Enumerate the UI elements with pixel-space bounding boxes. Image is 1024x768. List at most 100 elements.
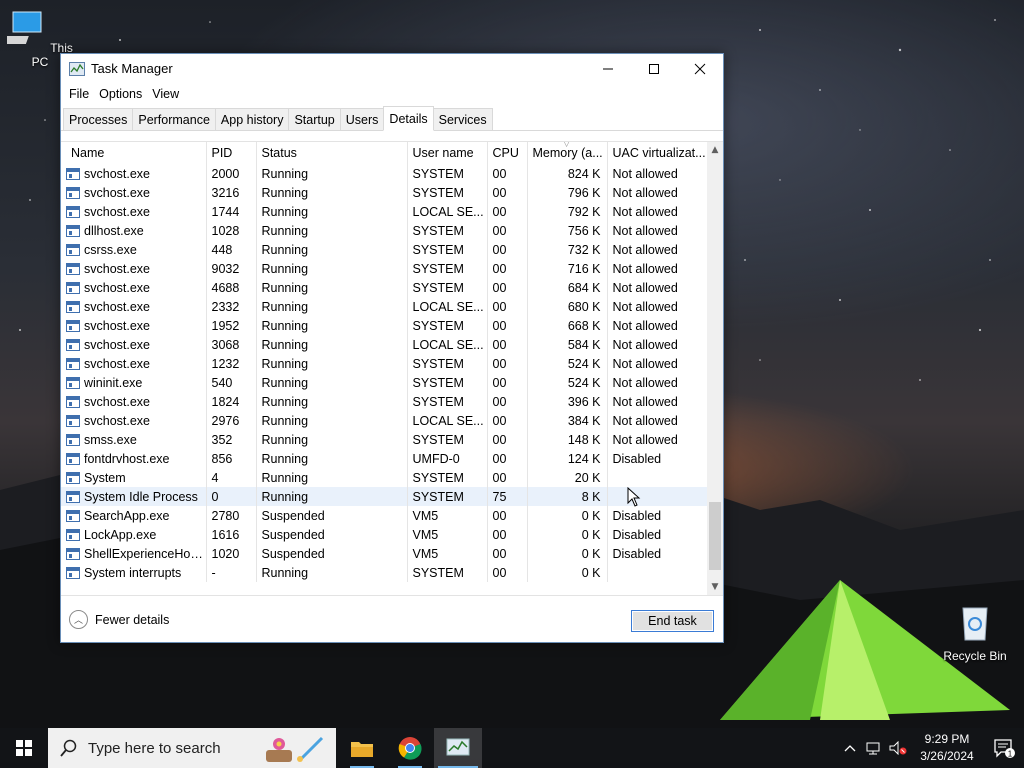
tab-app-history[interactable]: App history	[214, 108, 290, 130]
menu-view[interactable]: View	[147, 87, 184, 101]
desktop-icon-recycle-bin[interactable]: Recycle Bin	[937, 602, 1013, 663]
process-name: System interrupts	[84, 565, 182, 580]
tab-details[interactable]: Details	[383, 106, 434, 131]
taskbar-file-explorer[interactable]	[338, 728, 386, 768]
table-row[interactable]: LockApp.exe 1616 Suspended VM5 00 0 K Disabled	[61, 525, 708, 544]
table-row[interactable]: svchost.exe 2332 Running LOCAL SE... 00 680 K…	[61, 297, 708, 316]
cell-status: Running	[256, 487, 408, 506]
start-button[interactable]	[0, 728, 48, 768]
taskbar-task-manager[interactable]	[434, 728, 482, 768]
volume-muted-icon[interactable]	[886, 728, 910, 768]
table-row[interactable]: csrss.exe 448 Running SYSTEM 00 732 K Not allo…	[61, 240, 708, 259]
table-row[interactable]: System interrupts - Running SYSTEM 00 0 K	[61, 563, 708, 582]
cell-name: System Idle Process	[61, 487, 207, 506]
cell-uac-virtualization: Not allowed	[607, 373, 708, 392]
tab-startup[interactable]: Startup	[288, 108, 341, 130]
table-row[interactable]: SearchApp.exe 2780 Suspended VM5 00 0 K Disabl…	[61, 506, 708, 525]
cell-uac-virtualization	[607, 468, 708, 487]
table-row[interactable]: System Idle Process 0 Running SYSTEM 75 8 K	[61, 487, 708, 506]
scroll-down-arrow-icon[interactable]: ▼	[707, 579, 723, 595]
column-header-cpu[interactable]: CPU	[487, 142, 528, 164]
table-row[interactable]: wininit.exe 540 Running SYSTEM 00 524 K Not al…	[61, 373, 708, 392]
menu-file[interactable]: File	[64, 87, 94, 101]
cell-user-name: SYSTEM	[407, 468, 488, 487]
title-bar[interactable]: Task Manager	[61, 54, 723, 83]
process-icon	[66, 433, 80, 446]
table-row[interactable]: svchost.exe 1824 Running SYSTEM 00 396 K Not a…	[61, 392, 708, 411]
cell-status: Running	[256, 392, 408, 411]
table-row[interactable]: svchost.exe 2000 Running SYSTEM 00 824 K Not a…	[61, 164, 708, 183]
recycle-bin-icon	[962, 607, 988, 641]
table-row[interactable]: smss.exe 352 Running SYSTEM 00 148 K Not allow…	[61, 430, 708, 449]
table-row[interactable]: svchost.exe 4688 Running SYSTEM 00 684 K Not a…	[61, 278, 708, 297]
process-icon	[66, 205, 80, 218]
column-header-memory[interactable]: ▽ Memory (a...	[527, 142, 608, 164]
cell-name: wininit.exe	[61, 373, 207, 392]
show-hidden-icons-button[interactable]	[838, 728, 862, 768]
process-name: SearchApp.exe	[84, 508, 170, 523]
cell-name: System interrupts	[61, 563, 207, 582]
chevron-up-icon	[844, 745, 856, 752]
cell-status: Suspended	[256, 506, 408, 525]
end-task-button[interactable]: End task	[631, 610, 714, 632]
sort-down-icon: ▽	[563, 142, 570, 148]
table-row[interactable]: ShellExperienceHost.... 1020 Suspended VM5 0…	[61, 544, 708, 563]
column-header-user-name[interactable]: User name	[407, 142, 488, 164]
column-header-status[interactable]: Status	[256, 142, 408, 164]
tab-services[interactable]: Services	[432, 108, 493, 130]
table-row[interactable]: svchost.exe 3068 Running LOCAL SE... 00 584 K…	[61, 335, 708, 354]
action-center-button[interactable]: 1	[984, 738, 1024, 758]
table-row[interactable]: fontdrvhost.exe 856 Running UMFD-0 00 124 K Di…	[61, 449, 708, 468]
vertical-scrollbar[interactable]: ▲ ▼	[707, 142, 723, 595]
network-icon[interactable]	[862, 728, 886, 768]
minimize-button[interactable]	[585, 54, 631, 83]
clock[interactable]: 9:29 PM 3/26/2024	[910, 731, 984, 765]
cell-uac-virtualization: Disabled	[607, 506, 708, 525]
fewer-details-button[interactable]: ︿ Fewer details	[69, 610, 169, 629]
task-manager-window: Task Manager File Options View Processes…	[60, 53, 724, 643]
table-row[interactable]: dllhost.exe 1028 Running SYSTEM 00 756 K Not a…	[61, 221, 708, 240]
tab-performance[interactable]: Performance	[132, 108, 216, 130]
taskbar-chrome[interactable]	[386, 728, 434, 768]
cell-status: Running	[256, 449, 408, 468]
process-icon	[66, 300, 80, 313]
table-row[interactable]: svchost.exe 3216 Running SYSTEM 00 796 K Not a…	[61, 183, 708, 202]
tab-users[interactable]: Users	[339, 108, 385, 130]
table-row[interactable]: svchost.exe 1952 Running SYSTEM 00 668 K Not a…	[61, 316, 708, 335]
cell-status: Running	[256, 221, 408, 240]
maximize-button[interactable]	[631, 54, 677, 83]
menu-options[interactable]: Options	[94, 87, 147, 101]
scrollbar-thumb[interactable]	[709, 502, 721, 570]
process-name: svchost.exe	[84, 356, 151, 371]
details-grid: Name PID Status User name CPU ▽ Memory (a…	[61, 141, 723, 595]
taskbar-search-box[interactable]: Type here to search	[48, 728, 336, 768]
column-header-pid[interactable]: PID	[206, 142, 257, 164]
cell-uac-virtualization	[607, 487, 708, 506]
table-row[interactable]: svchost.exe 9032 Running SYSTEM 00 716 K Not a…	[61, 259, 708, 278]
cell-memory: 396 K	[527, 392, 608, 411]
cell-status: Suspended	[256, 544, 408, 563]
minimize-icon	[603, 68, 613, 69]
window-title: Task Manager	[91, 61, 173, 76]
table-row[interactable]: System 4 Running SYSTEM 00 20 K	[61, 468, 708, 487]
cell-memory: 20 K	[527, 468, 608, 487]
process-name: svchost.exe	[84, 337, 151, 352]
column-header-name[interactable]: Name	[61, 142, 207, 164]
table-row[interactable]: svchost.exe 1744 Running LOCAL SE... 00 792 K…	[61, 202, 708, 221]
column-header-uac-virtualization[interactable]: UAC virtualizat...	[607, 142, 708, 164]
cell-uac-virtualization: Not allowed	[607, 259, 708, 278]
cell-uac-virtualization: Not allowed	[607, 164, 708, 183]
close-button[interactable]	[677, 54, 723, 83]
cell-status: Running	[256, 316, 408, 335]
cell-name: LockApp.exe	[61, 525, 207, 544]
scroll-up-arrow-icon[interactable]: ▲	[707, 142, 723, 158]
table-row[interactable]: svchost.exe 1232 Running SYSTEM 00 524 K Not a…	[61, 354, 708, 373]
windows-logo-icon	[16, 740, 32, 756]
table-row[interactable]: svchost.exe 2976 Running LOCAL SE... 00 384 K…	[61, 411, 708, 430]
cell-name: smss.exe	[61, 430, 207, 449]
cell-name: System	[61, 468, 207, 487]
cell-name: svchost.exe	[61, 259, 207, 278]
cell-pid: 352	[206, 430, 257, 449]
tab-processes[interactable]: Processes	[63, 108, 134, 130]
cell-pid: 1824	[206, 392, 257, 411]
